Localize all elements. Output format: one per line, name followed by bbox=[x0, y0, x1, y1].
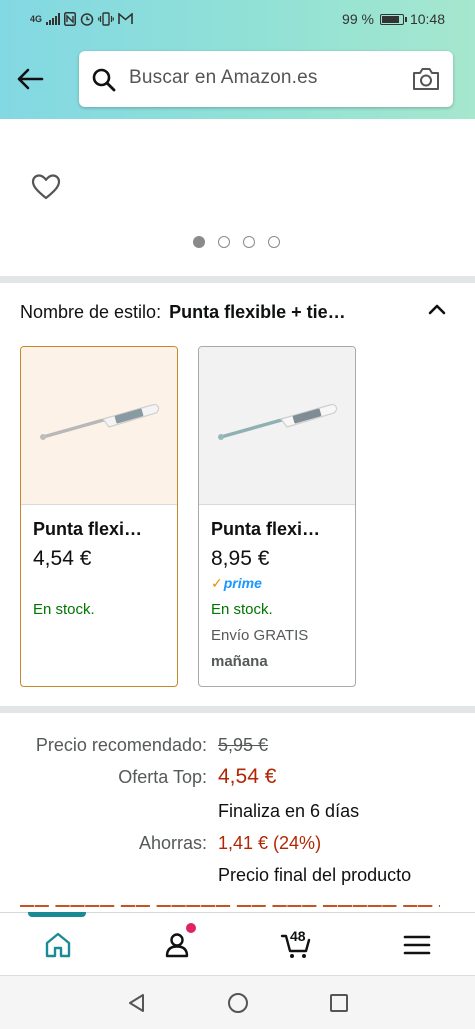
system-navigation-bar bbox=[0, 975, 475, 1029]
style-option-card[interactable]: Punta flexi… 8,95 € ✓prime En stock. Env… bbox=[198, 346, 356, 687]
option-price: 8,95 € bbox=[211, 547, 270, 570]
option-price: 4,54 € bbox=[33, 547, 92, 570]
thermometer-image bbox=[40, 404, 160, 440]
final-price-note: Precio final del producto bbox=[218, 865, 412, 885]
prime-badge: ✓prime bbox=[211, 575, 262, 592]
carousel-dot[interactable] bbox=[218, 236, 230, 248]
carousel-dot[interactable] bbox=[268, 236, 280, 248]
option-stock: En stock. bbox=[33, 601, 95, 618]
camera-icon[interactable] bbox=[411, 65, 441, 93]
style-label: Nombre de estilo: bbox=[20, 302, 162, 322]
account-icon[interactable] bbox=[161, 929, 193, 961]
bottom-navigation: 48 bbox=[0, 912, 475, 974]
chevron-up-icon[interactable] bbox=[426, 298, 448, 320]
carousel-dot[interactable] bbox=[243, 236, 255, 248]
thermometer-image bbox=[218, 404, 338, 440]
back-button[interactable] bbox=[14, 63, 46, 95]
home-circle-icon[interactable] bbox=[227, 992, 249, 1014]
savings-label: Ahorras: bbox=[138, 833, 207, 853]
status-icons-right: 99 % 10:48 bbox=[342, 11, 445, 27]
option-stock: En stock. bbox=[211, 601, 273, 618]
card-divider bbox=[199, 504, 355, 505]
prime-check-icon: ✓ bbox=[211, 575, 223, 591]
search-input[interactable]: Buscar en Amazon.es bbox=[129, 67, 318, 89]
style-option-card[interactable]: Punta flexi… 4,54 € En stock. bbox=[20, 346, 178, 687]
search-bar[interactable]: Buscar en Amazon.es bbox=[79, 51, 453, 107]
home-icon[interactable] bbox=[42, 929, 74, 961]
signal-icon bbox=[46, 13, 61, 25]
cart-count: 48 bbox=[290, 928, 306, 944]
style-selector-header[interactable]: Nombre de estilo: Punta flexible + tie… bbox=[20, 302, 400, 323]
search-icon bbox=[92, 68, 116, 92]
product-thumbnail bbox=[199, 347, 355, 504]
option-shipping-day: mañana bbox=[211, 653, 268, 670]
status-bar: 4G 99 % 10:48 bbox=[0, 0, 475, 36]
active-tab-indicator bbox=[28, 912, 86, 917]
status-icons-left: 4G bbox=[30, 12, 133, 26]
product-thumbnail bbox=[21, 347, 177, 504]
option-shipping: Envío GRATIS bbox=[211, 627, 309, 644]
card-divider bbox=[21, 504, 177, 505]
gmail-icon bbox=[118, 13, 133, 24]
wishlist-button[interactable] bbox=[30, 171, 62, 203]
prime-label: prime bbox=[223, 575, 262, 591]
alarm-icon bbox=[80, 13, 94, 26]
heart-icon bbox=[31, 174, 61, 200]
recents-square-icon[interactable] bbox=[328, 992, 350, 1014]
deal-label: Oferta Top: bbox=[118, 767, 207, 787]
network-label: 4G bbox=[30, 14, 43, 24]
battery-icon bbox=[379, 13, 407, 25]
menu-icon[interactable] bbox=[401, 929, 433, 961]
deal-price: 4,54 € bbox=[218, 765, 277, 788]
list-price-label: Precio recomendado: bbox=[35, 735, 207, 755]
option-title: Punta flexi… bbox=[33, 519, 143, 539]
nfc-icon bbox=[64, 12, 77, 26]
notification-dot bbox=[186, 923, 196, 933]
vibrate-icon bbox=[98, 12, 114, 26]
section-divider bbox=[0, 706, 475, 713]
list-price: 5,95 € bbox=[218, 735, 269, 755]
savings-value: 1,41 € (24%) bbox=[218, 833, 322, 853]
section-divider bbox=[0, 276, 475, 283]
clock: 10:48 bbox=[409, 11, 445, 27]
battery-percent: 99 % bbox=[342, 11, 374, 27]
style-value: Punta flexible + tie… bbox=[169, 302, 346, 322]
carousel-dot[interactable] bbox=[193, 236, 205, 248]
carousel-indicator bbox=[193, 236, 280, 248]
option-title: Punta flexi… bbox=[211, 519, 321, 539]
arrow-left-icon bbox=[17, 68, 44, 90]
back-triangle-icon[interactable] bbox=[126, 992, 148, 1014]
deal-note: Finaliza en 6 días bbox=[218, 801, 360, 821]
